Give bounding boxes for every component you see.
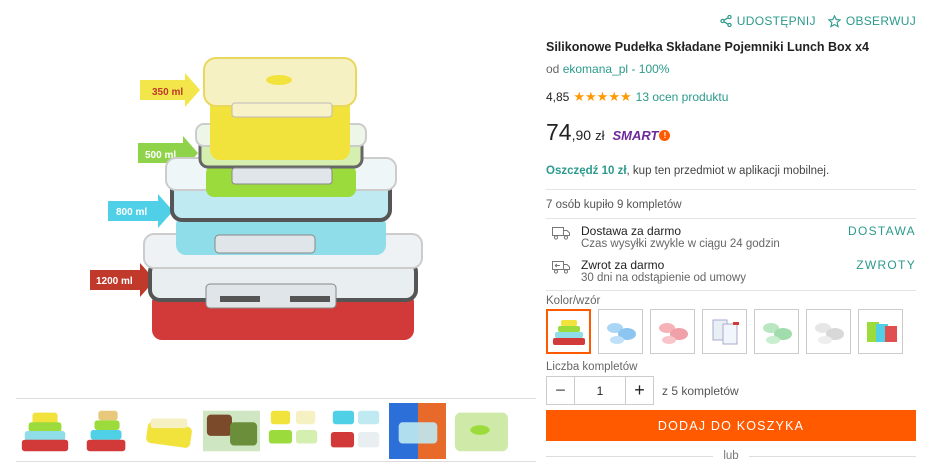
separator-line — [546, 455, 714, 457]
variant-option-4[interactable] — [702, 309, 747, 354]
smart-label: SMART — [612, 128, 659, 143]
returns-subtitle: 30 dni na odstąpienie od umowy — [581, 272, 746, 284]
capacity-arrow-800: 800 ml — [108, 194, 173, 228]
app-promo: Oszczędź 10 zł, kup ten przedmiot w apli… — [546, 165, 829, 177]
star-outline-icon — [827, 14, 841, 28]
variant-label: Kolor/wzór — [546, 295, 601, 307]
capacity-arrow-350: 350 ml — [140, 73, 200, 107]
or-separator: lub — [546, 450, 917, 462]
svg-text:800 ml: 800 ml — [116, 207, 147, 218]
returns-row: Zwrot za darmo 30 dni na odstąpienie od … — [546, 258, 916, 292]
share-icon — [720, 15, 732, 27]
thumbnail-5[interactable] — [264, 402, 323, 460]
product-price: 74,90 zł SMART ! — [546, 119, 671, 146]
thumbnail-1[interactable] — [16, 402, 75, 460]
divider — [546, 218, 916, 219]
thumbnail-2[interactable] — [78, 402, 137, 460]
separator-line — [748, 455, 917, 457]
product-info-panel: UDOSTĘPNIJ OBSERWUJ Silikonowe Pudełka S… — [546, 0, 917, 467]
thumbnail-4[interactable] — [202, 402, 261, 460]
main-product-image[interactable]: 350 ml 500 ml 800 ml 1200 ml — [0, 0, 535, 395]
thumbnail-6[interactable] — [326, 402, 385, 460]
divider — [546, 290, 916, 291]
rating-stars-icon: ★★★★★ — [573, 89, 632, 104]
svg-text:1200 ml: 1200 ml — [96, 276, 133, 287]
seller-link[interactable]: ekomana_pl — [563, 62, 628, 76]
watch-button[interactable]: OBSERWUJ — [827, 14, 916, 28]
thumbnail-8[interactable] — [450, 402, 509, 460]
variant-option-6[interactable] — [806, 309, 851, 354]
price-fraction: ,90 — [571, 127, 592, 143]
watch-label: OBSERWUJ — [845, 14, 916, 28]
add-to-cart-button[interactable]: DODAJ DO KOSZYKA — [546, 410, 916, 441]
rating-count-link[interactable]: 13 ocen produktu — [636, 90, 729, 104]
divider — [546, 189, 916, 190]
image-gallery — [16, 398, 536, 462]
price-integer: 74 — [546, 119, 572, 145]
truck-icon — [552, 227, 570, 240]
capacity-arrow-1200: 1200 ml — [90, 263, 155, 297]
returns-title: Zwrot za darmo — [581, 258, 665, 272]
delivery-link[interactable]: DOSTAWA — [848, 224, 916, 238]
delivery-subtitle: Czas wysyłki zwykle w ciągu 24 godzin — [581, 238, 780, 250]
container-350-yellow — [203, 57, 357, 160]
smart-pin-icon: ! — [659, 130, 671, 141]
delivery-title: Dostawa za darmo — [581, 224, 682, 238]
returns-link[interactable]: ZWROTY — [856, 258, 916, 272]
share-label: UDOSTĘPNIJ — [736, 14, 816, 28]
bought-count: 7 osób kupiło 9 kompletów — [546, 199, 682, 211]
top-actions: UDOSTĘPNIJ OBSERWUJ — [720, 14, 916, 28]
variant-selector — [546, 309, 903, 354]
variant-option-3[interactable] — [650, 309, 695, 354]
quantity-increment-button[interactable]: + — [625, 376, 654, 405]
thumbnail-7[interactable] — [388, 402, 447, 460]
quantity-stepper: − 1 + z 5 kompletów — [546, 376, 739, 405]
product-title: Silikonowe Pudełka Składane Pojemniki Lu… — [546, 40, 870, 54]
quantity-input[interactable]: 1 — [575, 376, 625, 405]
promo-save: Oszczędź 10 zł — [546, 165, 627, 177]
seller-info: od ekomana_pl - 100% — [546, 62, 669, 76]
svg-text:350 ml: 350 ml — [152, 87, 183, 98]
quantity-decrement-button[interactable]: − — [546, 376, 575, 405]
delivery-row: Dostawa za darmo Czas wysyłki zwykle w c… — [546, 224, 916, 258]
thumbnail-3[interactable] — [140, 402, 199, 460]
share-button[interactable]: UDOSTĘPNIJ — [720, 14, 816, 28]
quantity-max: z 5 kompletów — [662, 383, 739, 398]
quantity-label: Liczba kompletów — [546, 361, 638, 373]
variant-option-7[interactable] — [858, 309, 903, 354]
return-truck-icon — [552, 261, 570, 274]
seller-prefix: od — [546, 62, 560, 76]
rating-value: 4,85 — [546, 90, 570, 104]
promo-text: , kup ten przedmiot w aplikacji mobilnej… — [626, 165, 830, 177]
variant-option-1[interactable] — [546, 309, 591, 354]
or-label: lub — [723, 450, 739, 462]
seller-score[interactable]: - 100% — [631, 62, 669, 76]
variant-option-2[interactable] — [598, 309, 643, 354]
smart-badge: SMART ! — [612, 128, 671, 143]
product-rating: 4,85 ★★★★★ 13 ocen produktu — [546, 89, 728, 105]
variant-option-5[interactable] — [754, 309, 799, 354]
price-currency: zł — [595, 128, 605, 143]
